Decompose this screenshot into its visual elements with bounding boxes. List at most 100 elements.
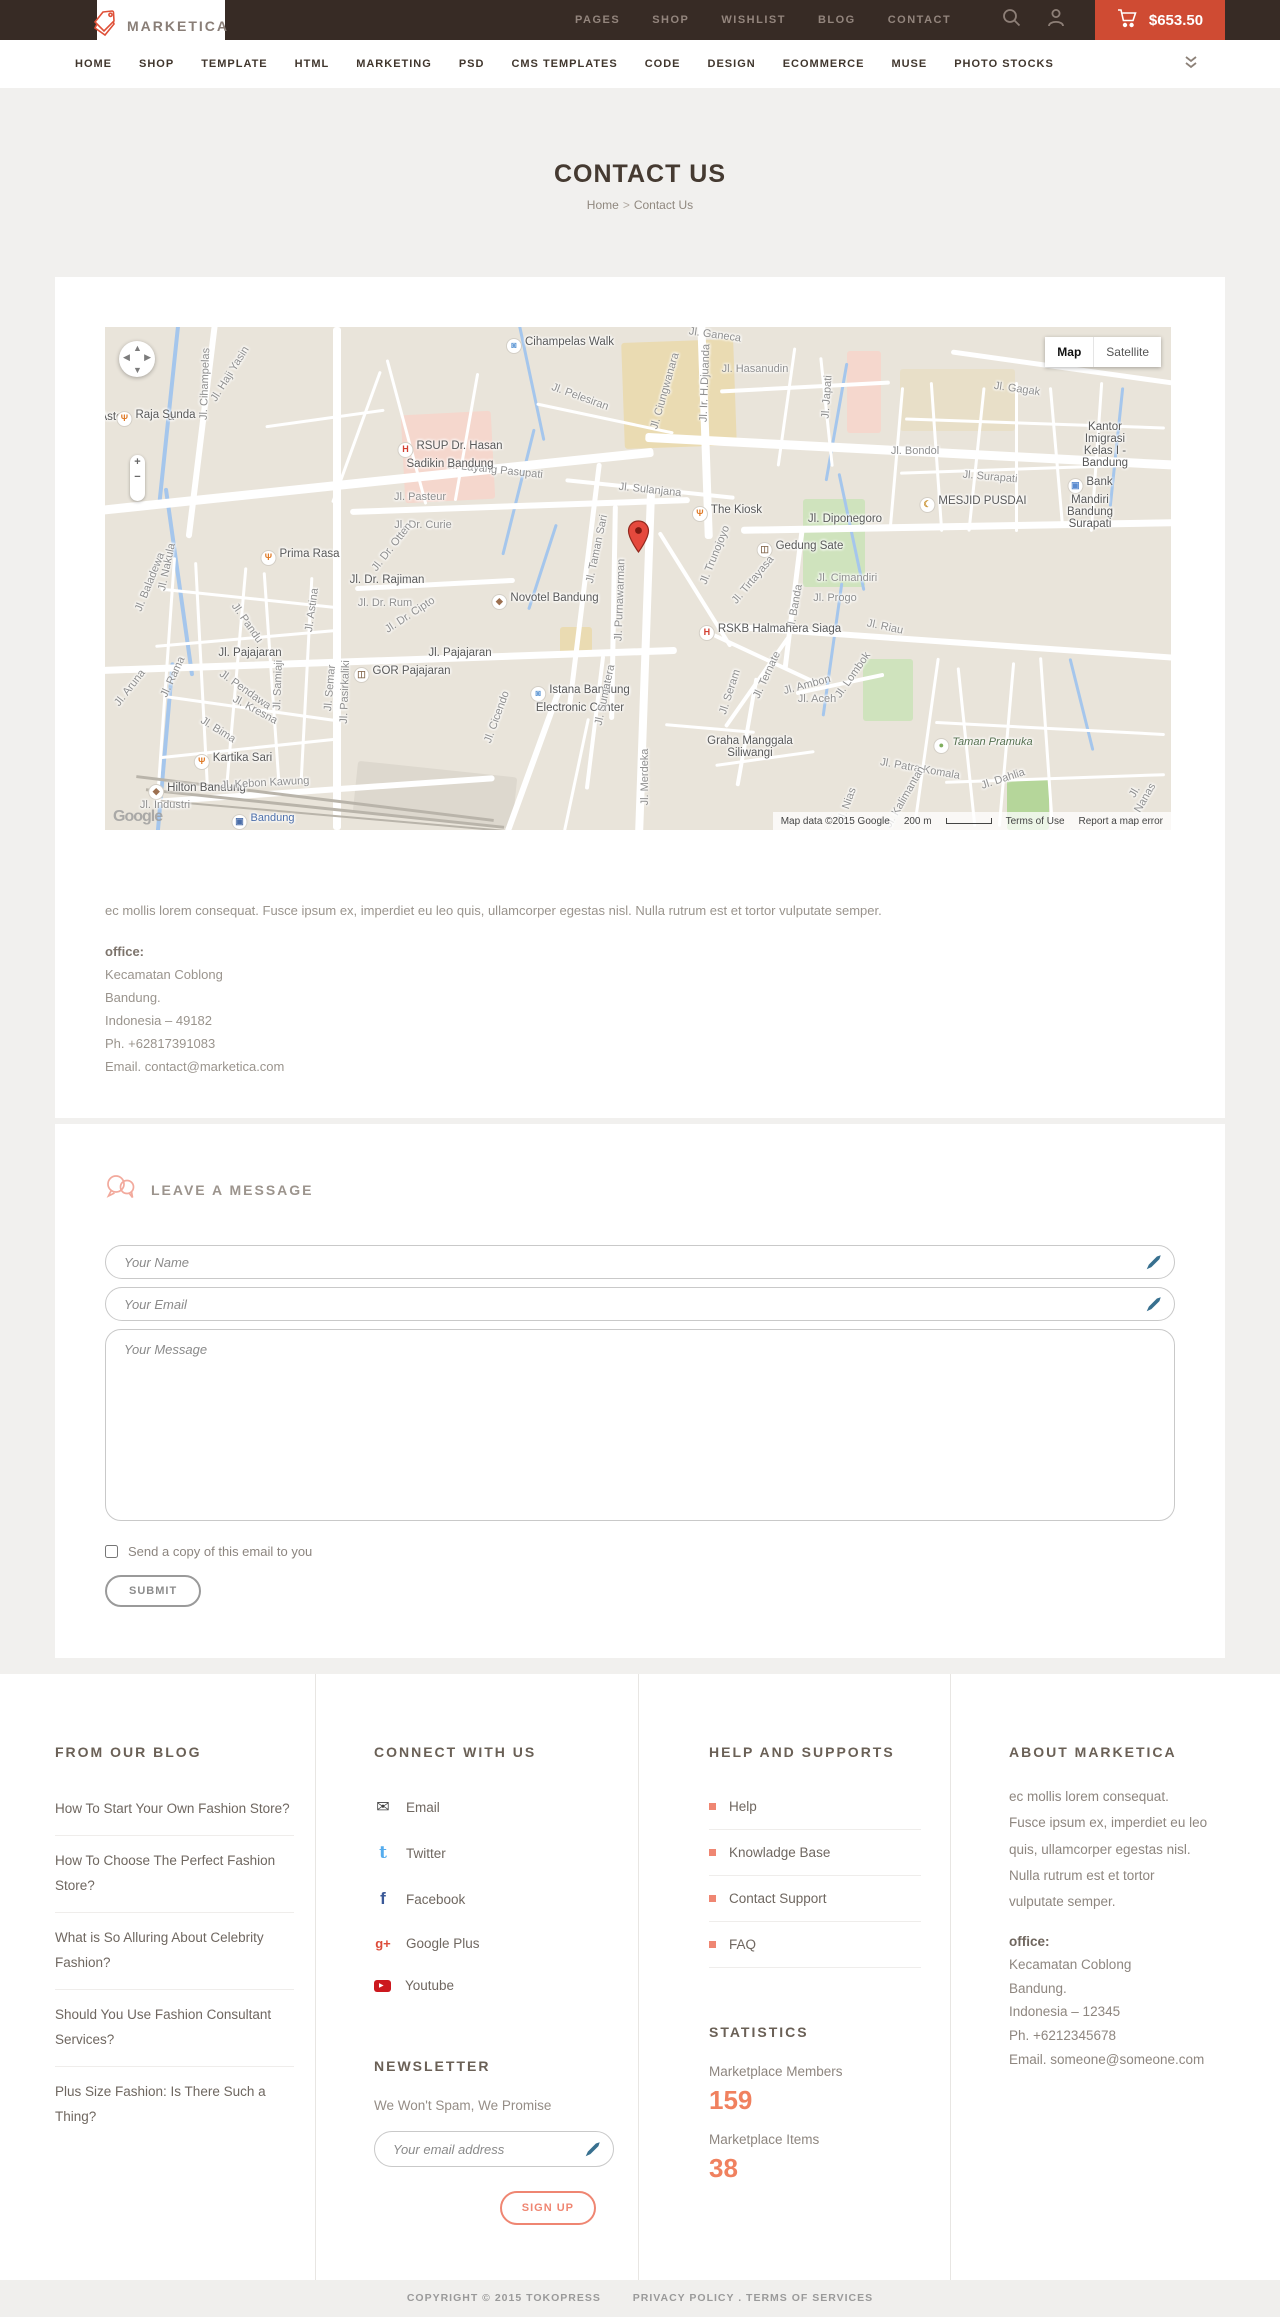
help-link[interactable]: Contact Support bbox=[709, 1876, 922, 1922]
top-nav-link[interactable]: WISHLIST bbox=[721, 14, 786, 26]
send-copy-checkbox[interactable] bbox=[105, 1545, 118, 1558]
office-line: Kecamatan Coblong bbox=[105, 967, 223, 982]
map-label: Jl. Tirtayasa bbox=[729, 553, 777, 607]
category-nav-link[interactable]: PSD bbox=[459, 58, 485, 70]
category-nav-link[interactable]: HOME bbox=[75, 58, 112, 70]
about-office-line: Ph. +6212345678 bbox=[1009, 2028, 1116, 2044]
map-data-text: Map data ©2015 Google bbox=[780, 815, 890, 827]
map-label: Jl. Pajajaran bbox=[218, 647, 282, 659]
account-icon[interactable] bbox=[1047, 8, 1065, 32]
map-label: GOR Pajajaran bbox=[354, 665, 451, 683]
map-label: Jl. Aruna bbox=[112, 667, 148, 709]
about-office-line: Kecamatan Coblong bbox=[1009, 1957, 1132, 1973]
social-link[interactable]: Youtube bbox=[374, 1965, 638, 2006]
search-icon[interactable] bbox=[1002, 8, 1021, 32]
top-nav-link[interactable]: CONTACT bbox=[888, 14, 951, 26]
blog-link[interactable]: How To Choose The Perfect Fashion Store? bbox=[55, 1836, 295, 1913]
message-textarea[interactable] bbox=[105, 1329, 1175, 1521]
map-label: Jl. Aceh bbox=[797, 693, 837, 705]
social-link[interactable]: Google Plus bbox=[374, 1922, 638, 1965]
google-logo: Google bbox=[113, 808, 163, 825]
map-zoom-control[interactable]: + − bbox=[130, 455, 145, 501]
help-link[interactable]: FAQ bbox=[709, 1922, 922, 1968]
category-nav-link[interactable]: MARKETING bbox=[356, 58, 432, 70]
pen-icon bbox=[1145, 1254, 1162, 1276]
top-nav: PAGES SHOP WISHLIST BLOG CONTACT bbox=[575, 0, 951, 40]
map-card: AstoaRaja SundaJl. Haji YasinJl. Cihampe… bbox=[55, 277, 1225, 1118]
name-input[interactable] bbox=[105, 1245, 1175, 1279]
google-map[interactable]: AstoaRaja SundaJl. Haji YasinJl. Cihampe… bbox=[105, 327, 1171, 830]
signup-button[interactable]: SIGN UP bbox=[499, 2191, 596, 2225]
category-nav-link[interactable]: SHOP bbox=[139, 58, 174, 70]
statistic-item: Marketplace Items 38 bbox=[709, 2132, 950, 2184]
chevron-down-icon[interactable] bbox=[1185, 55, 1197, 74]
category-nav-link[interactable]: CMS TEMPLATES bbox=[511, 58, 617, 70]
submit-button[interactable]: SUBMIT bbox=[105, 1575, 202, 1607]
office-line: Indonesia – 49182 bbox=[105, 1013, 212, 1028]
message-form-card: LEAVE A MESSAGE Send a copy of this emai… bbox=[55, 1124, 1225, 1658]
statistic-label: Marketplace Members bbox=[709, 2064, 843, 2079]
social-link[interactable]: Facebook bbox=[374, 1876, 638, 1922]
map-pan-control[interactable]: ▲ ▼ ◀ ▶ bbox=[119, 341, 155, 377]
footer-help-column: HELP AND SUPPORTS Help Knowladge Base Cont… bbox=[638, 1674, 950, 2280]
map-label: Istana Bandung Electronic Center bbox=[530, 684, 630, 714]
map-label: Asto bbox=[105, 411, 123, 423]
category-nav-link[interactable]: TEMPLATE bbox=[201, 58, 267, 70]
send-copy-label: Send a copy of this email to you bbox=[128, 1544, 313, 1559]
category-nav-link[interactable]: ECOMMERCE bbox=[783, 58, 865, 70]
breadcrumb-home[interactable]: Home bbox=[587, 198, 619, 212]
map-attribution: Map data ©2015 Google 200 m Terms of Use… bbox=[772, 812, 1171, 830]
footer: FROM OUR BLOG How To Start Your Own Fash… bbox=[0, 1674, 1280, 2280]
legal-links[interactable]: PRIVACY POLICY . TERMS OF SERVICES bbox=[633, 2292, 873, 2304]
square-bullet-icon bbox=[709, 1895, 716, 1902]
newsletter-heading: NEWSLETTER bbox=[374, 2058, 491, 2074]
logo-text: MARKETICA bbox=[127, 18, 229, 34]
blog-link[interactable]: How To Start Your Own Fashion Store? bbox=[55, 1784, 295, 1836]
map-terms-link[interactable]: Terms of Use bbox=[1006, 816, 1065, 827]
gplus-icon bbox=[374, 1935, 392, 1952]
breadcrumb-current: Contact Us bbox=[633, 198, 694, 212]
map-type-map-button[interactable]: Map bbox=[1045, 337, 1094, 367]
cart-icon bbox=[1117, 8, 1139, 32]
office-line: Ph. +62817391083 bbox=[105, 1036, 216, 1051]
logo[interactable]: MARKETICA bbox=[93, 0, 227, 52]
chat-bubbles-icon bbox=[105, 1174, 135, 1205]
social-label: Youtube bbox=[405, 1978, 455, 1993]
top-nav-link[interactable]: SHOP bbox=[652, 14, 689, 26]
category-nav-link[interactable]: DESIGN bbox=[708, 58, 756, 70]
statistic-value: 159 bbox=[709, 2085, 753, 2115]
statistics-heading: STATISTICS bbox=[709, 2024, 809, 2040]
email-input[interactable] bbox=[105, 1287, 1175, 1321]
category-nav-link[interactable]: PHOTO STOCKS bbox=[954, 58, 1054, 70]
social-link[interactable]: Email bbox=[374, 1784, 638, 1830]
blog-link[interactable]: What is So Alluring About Celebrity Fash… bbox=[55, 1913, 295, 1990]
newsletter-email-input[interactable] bbox=[374, 2131, 614, 2167]
statistic-label: Marketplace Items bbox=[709, 2132, 820, 2147]
social-label: Twitter bbox=[406, 1845, 446, 1861]
help-link[interactable]: Help bbox=[709, 1784, 922, 1830]
blog-link[interactable]: Plus Size Fashion: Is There Such a Thing… bbox=[55, 2067, 294, 2143]
blog-link[interactable]: Should You Use Fashion Consultant Servic… bbox=[55, 1990, 295, 2067]
office-label: office: bbox=[105, 944, 144, 959]
footer-about-column: ABOUT MARKETICA ec mollis lorem consequa… bbox=[950, 1674, 1225, 2280]
map-report-link[interactable]: Report a map error bbox=[1079, 816, 1163, 827]
map-label: Raja Sunda bbox=[116, 409, 195, 427]
top-bar: MARKETICA PAGES SHOP WISHLIST BLOG CONTACT $… bbox=[0, 0, 1280, 52]
facebook-icon bbox=[374, 1889, 392, 1909]
location-marker-icon[interactable] bbox=[627, 520, 650, 559]
about-office-label: office: bbox=[1009, 1933, 1050, 1949]
cart-button[interactable]: $653.50 bbox=[1095, 0, 1225, 40]
breadcrumb: Home > Contact Us bbox=[586, 198, 694, 212]
help-link[interactable]: Knowladge Base bbox=[709, 1830, 922, 1876]
category-nav-link[interactable]: HTML bbox=[295, 58, 330, 70]
map-type-toggle: Map Satellite bbox=[1045, 337, 1161, 367]
top-nav-link[interactable]: PAGES bbox=[575, 14, 620, 26]
office-line: Email. contact@marketica.com bbox=[105, 1059, 285, 1074]
pen-icon bbox=[584, 2141, 601, 2163]
social-link[interactable]: Twitter bbox=[374, 1830, 638, 1876]
top-nav-link[interactable]: BLOG bbox=[818, 14, 856, 26]
social-label: Email bbox=[406, 1799, 440, 1815]
map-type-satellite-button[interactable]: Satellite bbox=[1093, 337, 1161, 367]
category-nav-link[interactable]: CODE bbox=[645, 58, 681, 70]
category-nav-link[interactable]: MUSE bbox=[891, 58, 927, 70]
